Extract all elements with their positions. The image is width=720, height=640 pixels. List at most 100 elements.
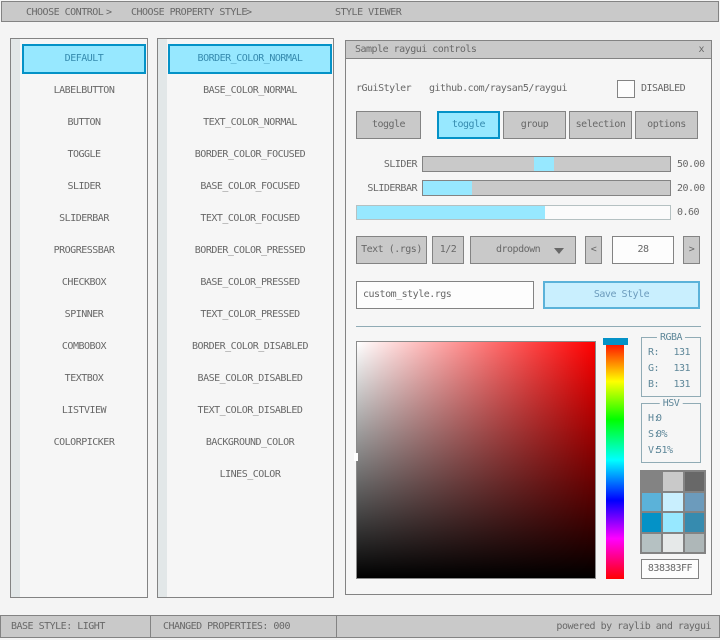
b-value: 131 [673, 379, 690, 390]
property-item-base-color-pressed[interactable]: BASE_COLOR_PRESSED [168, 268, 332, 298]
window-title: Sample raygui controls [355, 44, 476, 55]
s-value: 0% [656, 429, 667, 440]
properties-list-panel: BORDER_COLOR_NORMAL BASE_COLOR_NORMAL TE… [157, 38, 334, 598]
status-changed-properties: CHANGED PROPERTIES: 000 [150, 615, 337, 638]
status-base-style: BASE STYLE: LIGHT [0, 615, 151, 638]
sliderbar-label: SLIDERBAR [356, 183, 417, 194]
property-item-background-color[interactable]: BACKGROUND_COLOR [168, 428, 332, 458]
section-divider [356, 326, 701, 327]
sv-selector-marker[interactable] [354, 453, 358, 461]
control-item-listview[interactable]: LISTVIEW [22, 396, 146, 426]
slider-track[interactable] [422, 156, 671, 172]
window-titlebar: Sample raygui controls x [346, 41, 711, 59]
properties-list-scrollbar[interactable] [158, 39, 167, 597]
control-item-sliderbar[interactable]: SLIDERBAR [22, 204, 146, 234]
hex-color-input[interactable]: 838383FF [641, 559, 699, 579]
status-powered-by: powered by raylib and raygui [336, 615, 720, 638]
swatch-text-disabled [685, 534, 704, 553]
chevron-down-icon [554, 248, 564, 254]
property-item-border-color-normal[interactable]: BORDER_COLOR_NORMAL [168, 44, 332, 74]
step-style-viewer: STYLE VIEWER [335, 7, 401, 18]
progress-bar [356, 205, 671, 220]
toggle-button[interactable]: toggle [356, 111, 421, 139]
style-filename-input[interactable]: custom_style.rgs [356, 281, 534, 309]
rgba-title: RGBA [657, 332, 685, 343]
v-value: 51% [656, 445, 673, 456]
control-item-toggle[interactable]: TOGGLE [22, 140, 146, 170]
control-item-button[interactable]: BUTTON [22, 108, 146, 138]
control-item-default[interactable]: DEFAULT [22, 44, 146, 74]
progress-value: 0.60 [677, 207, 699, 218]
swatch-border-focused [642, 493, 661, 512]
swatch-base-focused [663, 493, 682, 512]
hsv-title: HSV [660, 398, 683, 409]
swatch-border-pressed [642, 513, 661, 532]
property-item-text-color-focused[interactable]: TEXT_COLOR_FOCUSED [168, 204, 332, 234]
property-item-text-color-disabled[interactable]: TEXT_COLOR_DISABLED [168, 396, 332, 426]
sliderbar-track[interactable] [422, 180, 671, 196]
swatch-base-disabled [663, 534, 682, 553]
swatch-text-pressed [685, 513, 704, 532]
disabled-checkbox[interactable] [617, 80, 635, 98]
control-item-colorpicker[interactable]: COLORPICKER [22, 428, 146, 458]
half-button[interactable]: 1/2 [432, 236, 464, 264]
property-item-border-color-pressed[interactable]: BORDER_COLOR_PRESSED [168, 236, 332, 266]
toggle-group-item-selection[interactable]: selection [569, 111, 632, 139]
step-choose-control: CHOOSE CONTROL [26, 7, 103, 18]
control-item-spinner[interactable]: SPINNER [22, 300, 146, 330]
brand-label: rGuiStyler [356, 83, 411, 94]
spinner-increment-button[interactable]: > [683, 236, 700, 264]
toggle-group-item-group[interactable]: group [503, 111, 566, 139]
swatch-border-normal [642, 472, 661, 491]
property-item-text-color-pressed[interactable]: TEXT_COLOR_PRESSED [168, 300, 332, 330]
controls-list-panel: DEFAULT LABELBUTTON BUTTON TOGGLE SLIDER… [10, 38, 148, 598]
control-item-labelbutton[interactable]: LABELBUTTON [22, 76, 146, 106]
sliderbar-value: 20.00 [677, 183, 705, 194]
chevron-right-icon: > [246, 7, 252, 18]
rgba-groupbox: RGBA R: 131 G: 131 B: 131 [641, 337, 701, 397]
hue-bar[interactable] [606, 341, 624, 579]
control-item-textbox[interactable]: TEXTBOX [22, 364, 146, 394]
slider-thumb[interactable] [534, 157, 554, 171]
control-item-slider[interactable]: SLIDER [22, 172, 146, 202]
sliderbar-fill [423, 181, 472, 195]
toggle-group-item-toggle[interactable]: toggle [437, 111, 500, 139]
property-item-base-color-disabled[interactable]: BASE_COLOR_DISABLED [168, 364, 332, 394]
sample-controls-window: Sample raygui controls x rGuiStyler gith… [345, 40, 712, 595]
swatch-base-normal [663, 472, 682, 491]
property-item-border-color-disabled[interactable]: BORDER_COLOR_DISABLED [168, 332, 332, 362]
text-rgs-button[interactable]: Text (.rgs) [356, 236, 427, 264]
disabled-label: DISABLED [641, 83, 685, 94]
r-value: 131 [673, 347, 690, 358]
h-value: 0 [656, 413, 662, 424]
color-picker-sv-area[interactable] [356, 341, 596, 579]
hsv-groupbox: HSV H: 0 S: 0% V: 51% [641, 403, 701, 463]
property-item-lines-color[interactable]: LINES_COLOR [168, 460, 332, 490]
save-style-button[interactable]: Save Style [543, 281, 700, 309]
progress-fill [357, 206, 545, 219]
dropdown-select[interactable]: dropdown [470, 236, 576, 264]
property-item-border-color-focused[interactable]: BORDER_COLOR_FOCUSED [168, 140, 332, 170]
property-item-base-color-normal[interactable]: BASE_COLOR_NORMAL [168, 76, 332, 106]
spinner-decrement-button[interactable]: < [585, 236, 602, 264]
control-item-combobox[interactable]: COMBOBOX [22, 332, 146, 362]
control-item-progressbar[interactable]: PROGRESSBAR [22, 236, 146, 266]
dropdown-label: dropdown [496, 244, 540, 255]
toggle-group-item-options[interactable]: options [635, 111, 698, 139]
close-icon[interactable]: x [698, 41, 704, 58]
controls-list-scrollbar[interactable] [11, 39, 20, 597]
swatch-text-focused [685, 493, 704, 512]
slider-value: 50.00 [677, 159, 705, 170]
step-choose-property-style: CHOOSE PROPERTY STYLE [131, 7, 247, 18]
control-item-checkbox[interactable]: CHECKBOX [22, 268, 146, 298]
slider-label: SLIDER [356, 159, 417, 170]
hue-selector[interactable] [603, 338, 628, 345]
wizard-steps-bar: CHOOSE CONTROL > CHOOSE PROPERTY STYLE >… [1, 1, 719, 22]
spinner-value-box[interactable]: 28 [612, 236, 674, 264]
style-color-palette [640, 470, 706, 554]
property-item-base-color-focused[interactable]: BASE_COLOR_FOCUSED [168, 172, 332, 202]
github-link[interactable]: github.com/raysan5/raygui [429, 83, 567, 94]
swatch-border-disabled [642, 534, 661, 553]
property-item-text-color-normal[interactable]: TEXT_COLOR_NORMAL [168, 108, 332, 138]
swatch-base-pressed [663, 513, 682, 532]
